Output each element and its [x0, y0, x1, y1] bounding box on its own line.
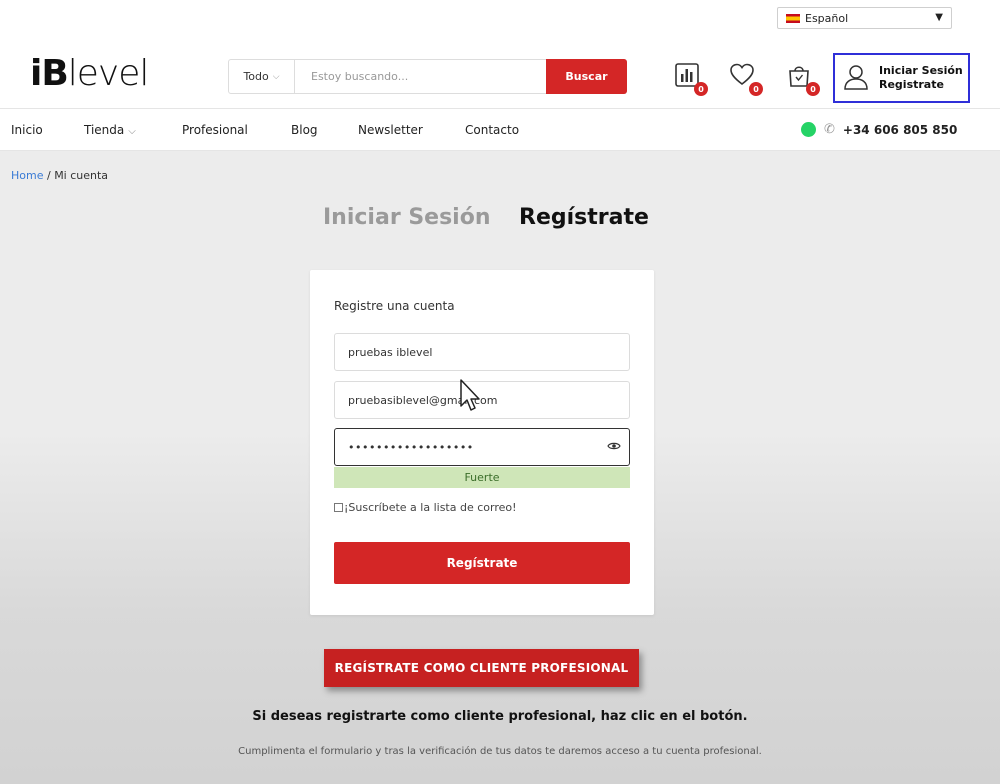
register-submit-button[interactable]: Regístrate: [334, 542, 630, 584]
language-label: Español: [805, 11, 849, 25]
password-strength-indicator: Fuerte: [334, 467, 630, 488]
nav-item-newsletter[interactable]: Newsletter: [358, 123, 423, 137]
chevron-down-icon: ⌵: [272, 71, 280, 82]
professional-info-text: Si deseas registrarte como cliente profe…: [252, 709, 748, 724]
search-category-select[interactable]: Todo ⌵: [229, 60, 295, 93]
breadcrumb-home-link[interactable]: Home: [11, 169, 43, 182]
form-title: Registre una cuenta: [334, 299, 455, 313]
caret-down-icon: ▼: [935, 12, 943, 23]
breadcrumb-separator: /: [43, 169, 55, 182]
search-button[interactable]: Buscar: [546, 59, 627, 94]
language-selector[interactable]: Español ▼: [777, 7, 952, 29]
breadcrumb-current: Mi cuenta: [54, 169, 109, 182]
register-professional-button[interactable]: REGÍSTRATE COMO CLIENTE PROFESIONAL: [324, 649, 639, 687]
register-form-card: Registre una cuenta pruebas iblevel prue…: [310, 270, 654, 615]
password-field[interactable]: ••••••••••••••••••: [334, 428, 630, 466]
newsletter-label: ¡Suscríbete a la lista de correo!: [344, 501, 517, 514]
search-bar: Todo ⌵ Buscar: [228, 59, 627, 94]
breadcrumb: Home / Mi cuenta: [11, 169, 108, 182]
tab-login[interactable]: Iniciar Sesión: [323, 205, 491, 230]
nav-item-blog[interactable]: Blog: [291, 123, 318, 137]
eye-icon[interactable]: [607, 441, 621, 451]
compare-icon[interactable]: 0: [674, 62, 708, 96]
user-icon: [844, 65, 868, 90]
spain-flag-icon: [786, 13, 800, 23]
account-login-register[interactable]: Iniciar Sesión Registrate: [833, 53, 970, 103]
professional-info-subtext: Cumplimenta el formulario y tras la veri…: [238, 746, 762, 757]
logo-text-light: level: [67, 53, 150, 94]
search-category-label: Todo: [243, 70, 269, 83]
cart-count-badge: 0: [806, 82, 820, 96]
tab-register[interactable]: Regístrate: [519, 205, 649, 230]
login-link[interactable]: Iniciar Sesión: [879, 64, 963, 77]
phone-number: +34 606 805 850: [842, 122, 958, 137]
search-input[interactable]: [299, 60, 544, 93]
compare-count-badge: 0: [694, 82, 708, 96]
mouse-cursor-icon: [460, 379, 480, 411]
contact-phone[interactable]: ✆ +34 606 805 850: [801, 122, 957, 137]
nav-item-profesional[interactable]: Profesional: [182, 123, 248, 137]
chevron-down-icon: ⌵: [128, 126, 136, 137]
nav-item-tienda-label: Tienda: [84, 123, 125, 137]
logo-text-bold: iB: [30, 53, 69, 94]
newsletter-checkbox[interactable]: [334, 503, 343, 512]
cart-bag-icon[interactable]: 0: [786, 62, 820, 96]
password-value: ••••••••••••••••••: [348, 440, 474, 454]
nav-item-inicio[interactable]: Inicio: [11, 123, 43, 137]
wishlist-count-badge: 0: [749, 82, 763, 96]
register-link[interactable]: Registrate: [879, 78, 944, 91]
nav-item-contacto[interactable]: Contacto: [465, 123, 519, 137]
username-field[interactable]: pruebas iblevel: [334, 333, 630, 371]
nav-item-tienda[interactable]: Tienda ⌵: [84, 123, 136, 137]
newsletter-checkbox-row[interactable]: ¡Suscríbete a la lista de correo!: [334, 501, 517, 514]
whatsapp-icon: [801, 122, 816, 137]
username-value: pruebas iblevel: [348, 345, 433, 359]
site-logo[interactable]: iBlevel: [30, 52, 150, 96]
wishlist-heart-icon[interactable]: 0: [729, 62, 763, 96]
main-nav: Inicio Tienda ⌵ Profesional Blog Newslett…: [0, 108, 1000, 151]
phone-icon: ✆: [824, 122, 835, 137]
